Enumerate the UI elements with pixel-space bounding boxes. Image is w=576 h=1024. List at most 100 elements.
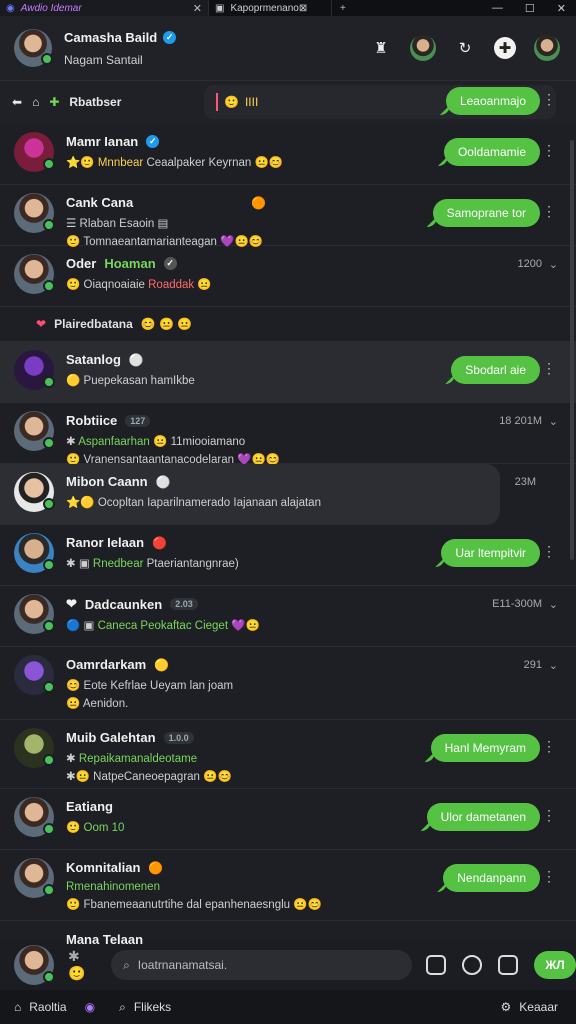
message-pill[interactable]: Ulor dametanen — [426, 803, 540, 831]
scrollbar[interactable] — [570, 140, 574, 560]
more-icon[interactable]: ⋮ — [542, 738, 556, 755]
chat-row[interactable]: Oder Hoaman ✓ 🙂 Oiaqnoaiaie Roaddak 😐 1200… — [0, 246, 576, 307]
home-icon[interactable]: ⌂ — [32, 95, 39, 109]
avatar — [14, 728, 55, 768]
badge: 127 — [125, 414, 151, 427]
composer-bar: Mana Telaan ✱🙂 ⌕ Ioatrnanamatsai. ЖЛ — [0, 932, 576, 990]
more-icon[interactable]: ⋮ — [542, 91, 556, 108]
camera-icon[interactable] — [498, 955, 518, 975]
chevron-down-icon[interactable]: ⌄ — [549, 415, 558, 428]
user-avatar[interactable] — [534, 35, 560, 61]
message-pill[interactable]: Uar ltempitvir — [441, 539, 540, 567]
more-icon[interactable]: ⋮ — [542, 543, 556, 560]
emoji-icon: ✱😐 — [66, 771, 90, 783]
avatar — [14, 472, 55, 512]
emoji-icon: 💜😐 — [231, 620, 260, 632]
chat-row[interactable]: Komnitalian 🟠 Rmenahinomenen 🙂 Fbanemeaan… — [0, 850, 576, 921]
chat-row[interactable]: Oamrdarkam 🟡 😊 Eote Kefrlae Ueyam lan joa… — [0, 647, 576, 720]
chat-row[interactable]: ❤ Dadcaunken 2.03 🔵 ▣ Caneca Peokaftac Cie… — [0, 586, 576, 647]
chat-row-selected[interactable]: Mibon Caann ⚪ ⭐🟡 Ocopltan Iaparilnamerado… — [0, 464, 536, 525]
chevron-down-icon[interactable]: ⌄ — [549, 258, 558, 271]
emoji-picker-icon[interactable]: ✱🙂 — [68, 948, 97, 982]
nav-label: Keaaar — [519, 1000, 558, 1014]
puzzle-icon[interactable]: ♜ — [370, 37, 392, 59]
tab-inactive[interactable]: ▣ Kapoprmenano⊠ — [209, 0, 332, 16]
chevron-down-icon[interactable]: ⌄ — [549, 659, 558, 672]
preview-text: Rnedbear — [92, 558, 144, 570]
back-icon[interactable]: ⬅ — [12, 95, 22, 109]
more-icon[interactable]: ⋮ — [542, 868, 556, 885]
avatar — [14, 254, 55, 294]
emoji-icon: 😊 — [66, 680, 81, 692]
new-chat-icon[interactable]: ✚ — [494, 37, 516, 59]
nav-search[interactable]: ⌕ Flikeks — [119, 1000, 171, 1015]
input-placeholder: Ioatrnanamatsai. — [137, 958, 228, 972]
verified-icon: ✓ — [163, 30, 177, 44]
chat-row[interactable]: Robtiice 127 ✱ Aspanfaarhan 😐 11miooiaman… — [0, 403, 576, 466]
message-pill[interactable]: Sbodarl aie — [451, 356, 540, 384]
message-pill[interactable]: Hanl Memyram — [430, 734, 540, 762]
nav-label: Raoltia — [29, 1000, 67, 1014]
timestamp: 23M — [514, 476, 536, 488]
online-indicator — [43, 498, 55, 510]
nav-label: Flikeks — [133, 1000, 172, 1014]
avatar — [14, 858, 55, 898]
chat-row[interactable]: Eatiang 🙂 Oom 10 Ulor dametanen ⋮ — [0, 789, 576, 850]
chat-row[interactable]: Satanlog ⚪ 🟡 Puepekasan hamIkbe Sbodarl a… — [0, 342, 576, 403]
more-icon[interactable]: ⋮ — [542, 360, 556, 377]
avatar[interactable] — [14, 29, 53, 67]
online-indicator — [43, 823, 55, 835]
emoji-icon: ⭐🙂 — [66, 157, 95, 169]
preview-text: Ceaalpaker Keyrnan — [146, 157, 252, 169]
emoji-icon: ❤ — [66, 596, 77, 611]
close-tab-icon[interactable]: ✕ — [193, 2, 202, 15]
message-pill[interactable]: Nendanpann — [443, 864, 540, 892]
emoji-icon: 🟠 — [148, 860, 164, 875]
avatar — [14, 350, 55, 390]
contact-avatar[interactable] — [410, 35, 436, 61]
emoji-icon: 🔴 — [152, 535, 167, 550]
preview-text: Puepekasan hamIkbe — [83, 375, 195, 387]
message-input[interactable]: ⌕ Ioatrnanamatsai. — [111, 950, 412, 980]
emoji-icon: 🟠 — [251, 195, 267, 210]
new-tab-icon[interactable]: + — [332, 3, 354, 14]
chat-row[interactable]: Muib Galehtan 1.0.0 ✱ Repaikamanaldeotame… — [0, 720, 576, 789]
more-icon[interactable]: ⋮ — [542, 142, 556, 159]
send-button[interactable]: ЖЛ — [534, 951, 576, 979]
message-pill[interactable]: Samoprane tor — [432, 199, 540, 227]
more-icon[interactable]: ⋮ — [542, 203, 556, 220]
close-icon[interactable]: ✕ — [557, 2, 566, 15]
avatar — [14, 411, 55, 451]
maximize-icon[interactable]: ☐ — [525, 2, 535, 15]
more-icon[interactable]: ⋮ — [542, 807, 556, 824]
refresh-icon[interactable]: ↻ — [454, 37, 476, 59]
preview-text: Mnnbear — [97, 157, 144, 169]
nav-settings[interactable]: ⚙ Keaaar — [501, 1000, 558, 1014]
status-icon[interactable]: ◉ — [85, 1000, 95, 1014]
emoji-icon: 😐 — [197, 279, 212, 291]
emoji-icon: 😐 — [66, 698, 81, 710]
pinned-row[interactable]: ⬅ ⌂ ✚ Rbatbser 🙂 IIII Leaoanmajo ⋮ — [0, 81, 576, 123]
avatar — [14, 533, 55, 573]
chevron-down-icon[interactable]: ⌄ — [549, 598, 558, 611]
message-pill[interactable]: Ooldamamie — [443, 138, 540, 166]
profile-status: Nagam Santail — [64, 52, 143, 67]
tab-active[interactable]: ◉ Awdio Idemar ✕ — [0, 0, 209, 16]
chat-row[interactable]: Ranor Ielaan 🔴 ✱ ▣ Rnedbear Ptaeriantangn… — [0, 525, 576, 586]
chat-row[interactable]: Cank Cana 🟠 ☰ Rlaban Esaoin ▤ 🙂 Tomnaeant… — [0, 185, 576, 248]
sticker-icon[interactable] — [462, 955, 482, 975]
message-pill[interactable]: Leaoanmajo — [445, 87, 540, 115]
list-item[interactable]: ❤ Plairedbatana 😊 😐 😐 — [0, 307, 576, 342]
pinned-label: Rbatbser — [69, 95, 122, 109]
contact-name: Oder — [66, 256, 97, 271]
chat-row[interactable]: Mamr Ianan ✓ ⭐🙂 Mnnbear Ceaalpaker Keyrna… — [0, 124, 576, 185]
contact-name: Mana Telaan — [66, 932, 144, 947]
attach-icon[interactable] — [426, 955, 446, 975]
emoji-icon: 🙂 — [66, 279, 81, 291]
contact-name: Oamrdarkam — [66, 657, 147, 672]
nav-home[interactable]: ⌂ Raoltia — [14, 1000, 67, 1014]
online-indicator — [43, 681, 55, 693]
minimize-icon[interactable]: — — [492, 2, 503, 15]
emoji-icon: 😊 😐 😐 — [140, 317, 193, 331]
preview-text: Oiaqnoaiaie — [83, 279, 145, 291]
